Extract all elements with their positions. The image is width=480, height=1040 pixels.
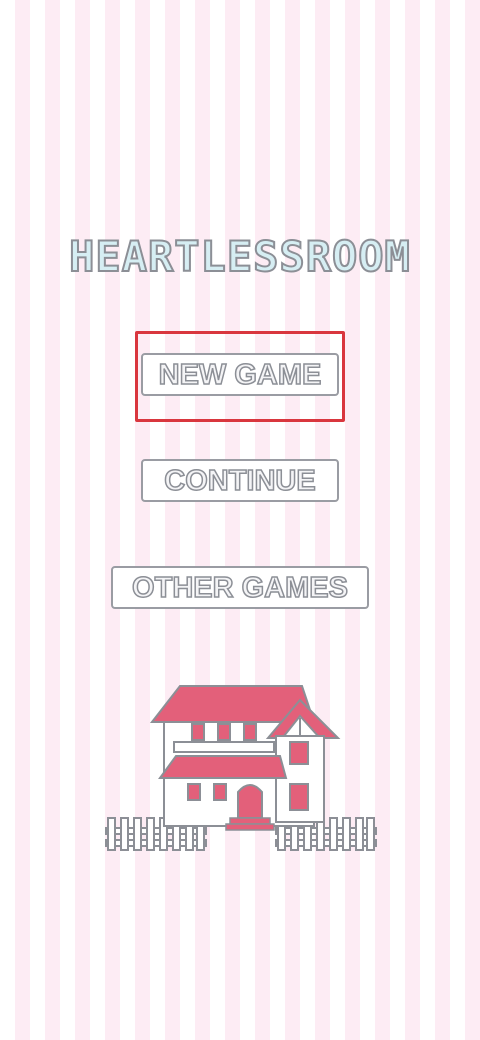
title-screen: { "game": { "title": "HEARTLESSROOM" }, … [0,0,480,1040]
other-games-button[interactable]: OTHER GAMES [111,566,369,609]
front-door [237,784,263,819]
balcony-rail [173,741,275,753]
front-steps [229,817,271,825]
continue-button[interactable]: CONTINUE [141,459,339,502]
game-title: HEARTLESSROOM [68,231,411,282]
selection-highlight [135,331,345,422]
middle-roof [158,755,288,779]
house-illustration [105,685,377,851]
